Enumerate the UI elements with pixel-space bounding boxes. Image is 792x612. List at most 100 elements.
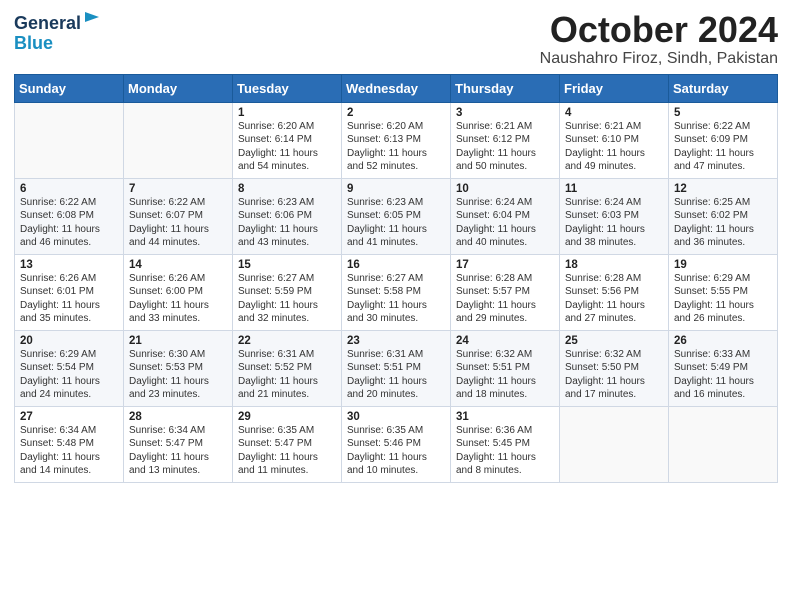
day-info: Sunrise: 6:29 AMSunset: 5:55 PMDaylight:…: [674, 272, 773, 326]
day-number: 1: [238, 107, 337, 119]
header: General Blue October 2024 Naushahro Firo…: [14, 10, 778, 68]
day-info: Sunrise: 6:25 AMSunset: 6:02 PMDaylight:…: [674, 196, 773, 250]
header-row: Sunday Monday Tuesday Wednesday Thursday…: [15, 74, 778, 102]
calendar-cell: 30Sunrise: 6:35 AMSunset: 5:46 PMDayligh…: [342, 406, 451, 482]
calendar-cell: 13Sunrise: 6:26 AMSunset: 6:01 PMDayligh…: [15, 254, 124, 330]
calendar-subtitle: Naushahro Firoz, Sindh, Pakistan: [540, 50, 778, 68]
header-friday: Friday: [560, 74, 669, 102]
day-info: Sunrise: 6:20 AMSunset: 6:14 PMDaylight:…: [238, 120, 337, 174]
day-number: 21: [129, 335, 228, 347]
calendar-cell: [669, 406, 778, 482]
day-number: 13: [20, 259, 119, 271]
day-info: Sunrise: 6:28 AMSunset: 5:56 PMDaylight:…: [565, 272, 664, 326]
day-number: 12: [674, 183, 773, 195]
day-number: 4: [565, 107, 664, 119]
day-info: Sunrise: 6:22 AMSunset: 6:09 PMDaylight:…: [674, 120, 773, 174]
header-wednesday: Wednesday: [342, 74, 451, 102]
day-info: Sunrise: 6:35 AMSunset: 5:46 PMDaylight:…: [347, 424, 446, 478]
day-info: Sunrise: 6:20 AMSunset: 6:13 PMDaylight:…: [347, 120, 446, 174]
day-info: Sunrise: 6:31 AMSunset: 5:51 PMDaylight:…: [347, 348, 446, 402]
day-number: 25: [565, 335, 664, 347]
day-info: Sunrise: 6:28 AMSunset: 5:57 PMDaylight:…: [456, 272, 555, 326]
day-number: 5: [674, 107, 773, 119]
calendar-table: Sunday Monday Tuesday Wednesday Thursday…: [14, 74, 778, 483]
day-info: Sunrise: 6:21 AMSunset: 6:12 PMDaylight:…: [456, 120, 555, 174]
header-thursday: Thursday: [451, 74, 560, 102]
calendar-cell: 18Sunrise: 6:28 AMSunset: 5:56 PMDayligh…: [560, 254, 669, 330]
calendar-cell: 9Sunrise: 6:23 AMSunset: 6:05 PMDaylight…: [342, 178, 451, 254]
calendar-cell: 11Sunrise: 6:24 AMSunset: 6:03 PMDayligh…: [560, 178, 669, 254]
calendar-cell: 22Sunrise: 6:31 AMSunset: 5:52 PMDayligh…: [233, 330, 342, 406]
day-number: 10: [456, 183, 555, 195]
header-sunday: Sunday: [15, 74, 124, 102]
day-info: Sunrise: 6:22 AMSunset: 6:08 PMDaylight:…: [20, 196, 119, 250]
calendar-cell: 2Sunrise: 6:20 AMSunset: 6:13 PMDaylight…: [342, 102, 451, 178]
calendar-title: October 2024: [540, 10, 778, 50]
day-info: Sunrise: 6:33 AMSunset: 5:49 PMDaylight:…: [674, 348, 773, 402]
day-info: Sunrise: 6:36 AMSunset: 5:45 PMDaylight:…: [456, 424, 555, 478]
calendar-cell: 27Sunrise: 6:34 AMSunset: 5:48 PMDayligh…: [15, 406, 124, 482]
calendar-week-2: 13Sunrise: 6:26 AMSunset: 6:01 PMDayligh…: [15, 254, 778, 330]
day-info: Sunrise: 6:26 AMSunset: 6:01 PMDaylight:…: [20, 272, 119, 326]
day-info: Sunrise: 6:27 AMSunset: 5:58 PMDaylight:…: [347, 272, 446, 326]
calendar-body: 1Sunrise: 6:20 AMSunset: 6:14 PMDaylight…: [15, 102, 778, 482]
logo-text-general: General: [14, 14, 81, 34]
day-number: 6: [20, 183, 119, 195]
day-number: 3: [456, 107, 555, 119]
header-monday: Monday: [124, 74, 233, 102]
day-number: 31: [456, 411, 555, 423]
header-saturday: Saturday: [669, 74, 778, 102]
calendar-cell: 31Sunrise: 6:36 AMSunset: 5:45 PMDayligh…: [451, 406, 560, 482]
day-info: Sunrise: 6:32 AMSunset: 5:51 PMDaylight:…: [456, 348, 555, 402]
day-info: Sunrise: 6:23 AMSunset: 6:05 PMDaylight:…: [347, 196, 446, 250]
day-number: 11: [565, 183, 664, 195]
day-info: Sunrise: 6:24 AMSunset: 6:04 PMDaylight:…: [456, 196, 555, 250]
calendar-cell: 7Sunrise: 6:22 AMSunset: 6:07 PMDaylight…: [124, 178, 233, 254]
calendar-cell: 24Sunrise: 6:32 AMSunset: 5:51 PMDayligh…: [451, 330, 560, 406]
calendar-cell: 21Sunrise: 6:30 AMSunset: 5:53 PMDayligh…: [124, 330, 233, 406]
day-number: 27: [20, 411, 119, 423]
calendar-cell: 6Sunrise: 6:22 AMSunset: 6:08 PMDaylight…: [15, 178, 124, 254]
day-info: Sunrise: 6:35 AMSunset: 5:47 PMDaylight:…: [238, 424, 337, 478]
day-number: 18: [565, 259, 664, 271]
day-info: Sunrise: 6:34 AMSunset: 5:48 PMDaylight:…: [20, 424, 119, 478]
logo-flag-icon: [83, 10, 101, 28]
day-number: 7: [129, 183, 228, 195]
day-number: 19: [674, 259, 773, 271]
day-number: 29: [238, 411, 337, 423]
day-info: Sunrise: 6:23 AMSunset: 6:06 PMDaylight:…: [238, 196, 337, 250]
calendar-cell: 28Sunrise: 6:34 AMSunset: 5:47 PMDayligh…: [124, 406, 233, 482]
day-info: Sunrise: 6:34 AMSunset: 5:47 PMDaylight:…: [129, 424, 228, 478]
day-info: Sunrise: 6:24 AMSunset: 6:03 PMDaylight:…: [565, 196, 664, 250]
logo: General Blue: [14, 14, 101, 54]
day-number: 30: [347, 411, 446, 423]
day-number: 22: [238, 335, 337, 347]
calendar-cell: 4Sunrise: 6:21 AMSunset: 6:10 PMDaylight…: [560, 102, 669, 178]
day-number: 14: [129, 259, 228, 271]
calendar-cell: 23Sunrise: 6:31 AMSunset: 5:51 PMDayligh…: [342, 330, 451, 406]
page: General Blue October 2024 Naushahro Firo…: [0, 0, 792, 612]
calendar-cell: 5Sunrise: 6:22 AMSunset: 6:09 PMDaylight…: [669, 102, 778, 178]
calendar-week-3: 20Sunrise: 6:29 AMSunset: 5:54 PMDayligh…: [15, 330, 778, 406]
calendar-cell: [124, 102, 233, 178]
calendar-cell: 17Sunrise: 6:28 AMSunset: 5:57 PMDayligh…: [451, 254, 560, 330]
calendar-header: Sunday Monday Tuesday Wednesday Thursday…: [15, 74, 778, 102]
calendar-week-0: 1Sunrise: 6:20 AMSunset: 6:14 PMDaylight…: [15, 102, 778, 178]
calendar-cell: 3Sunrise: 6:21 AMSunset: 6:12 PMDaylight…: [451, 102, 560, 178]
day-number: 17: [456, 259, 555, 271]
day-info: Sunrise: 6:29 AMSunset: 5:54 PMDaylight:…: [20, 348, 119, 402]
day-info: Sunrise: 6:22 AMSunset: 6:07 PMDaylight:…: [129, 196, 228, 250]
calendar-cell: 20Sunrise: 6:29 AMSunset: 5:54 PMDayligh…: [15, 330, 124, 406]
day-number: 26: [674, 335, 773, 347]
calendar-cell: [15, 102, 124, 178]
day-number: 20: [20, 335, 119, 347]
logo-text-blue: Blue: [14, 33, 53, 53]
day-info: Sunrise: 6:31 AMSunset: 5:52 PMDaylight:…: [238, 348, 337, 402]
calendar-cell: 8Sunrise: 6:23 AMSunset: 6:06 PMDaylight…: [233, 178, 342, 254]
title-block: October 2024 Naushahro Firoz, Sindh, Pak…: [540, 10, 778, 68]
calendar-cell: 15Sunrise: 6:27 AMSunset: 5:59 PMDayligh…: [233, 254, 342, 330]
day-number: 2: [347, 107, 446, 119]
day-info: Sunrise: 6:32 AMSunset: 5:50 PMDaylight:…: [565, 348, 664, 402]
calendar-cell: 19Sunrise: 6:29 AMSunset: 5:55 PMDayligh…: [669, 254, 778, 330]
calendar-week-4: 27Sunrise: 6:34 AMSunset: 5:48 PMDayligh…: [15, 406, 778, 482]
